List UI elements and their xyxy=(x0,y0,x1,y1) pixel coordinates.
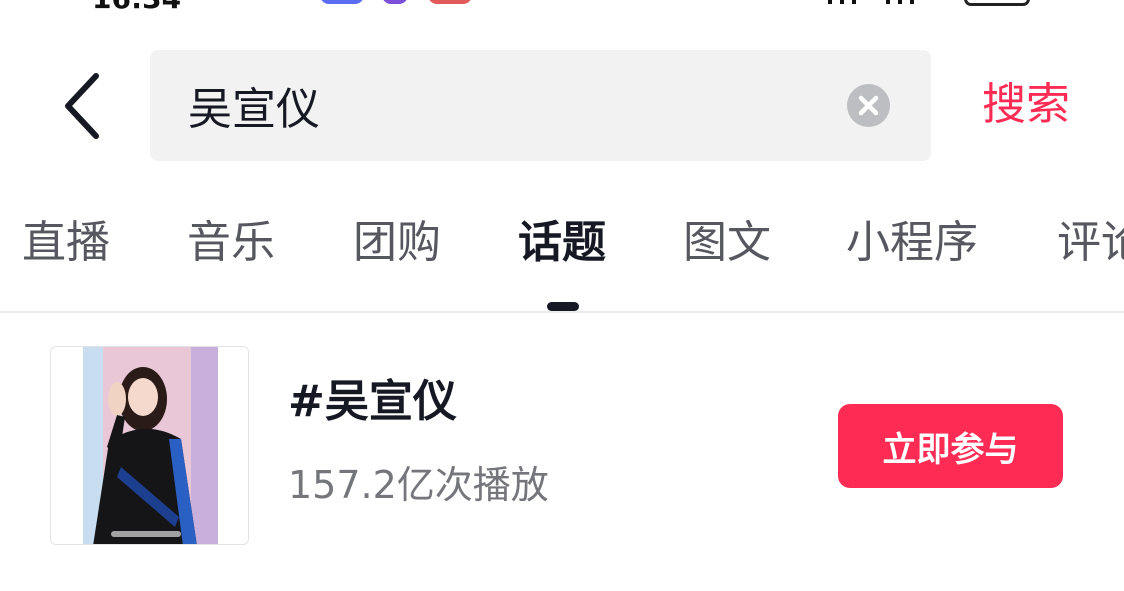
result-tabs: 直播 音乐 团购 话题 图文 小程序 评论 xyxy=(0,210,1124,280)
tab-live[interactable]: 直播 xyxy=(22,210,110,276)
search-results-page: 16:34 搜索 直播 音乐 团购 话题 图文 小程序 xyxy=(0,0,1124,591)
notification-icon xyxy=(320,0,364,4)
signal-icon xyxy=(828,0,832,4)
signal-icon xyxy=(910,0,914,4)
status-bar: 16:34 xyxy=(0,0,1124,15)
signal-icon xyxy=(886,0,890,4)
signal-icon xyxy=(840,0,844,4)
topic-title[interactable]: #吴宣仪 xyxy=(288,372,457,432)
search-input[interactable] xyxy=(188,72,838,138)
tab-music[interactable]: 音乐 xyxy=(187,210,275,276)
tab-image-text[interactable]: 图文 xyxy=(683,210,771,276)
status-clock: 16:34 xyxy=(92,0,181,15)
tab-topics[interactable]: 话题 xyxy=(518,210,606,276)
notification-icon xyxy=(382,0,408,4)
topic-thumbnail-image xyxy=(51,347,248,544)
signal-icon xyxy=(852,0,856,4)
battery-icon xyxy=(964,0,1030,6)
notification-icon xyxy=(428,0,472,4)
tab-group-buy[interactable]: 团购 xyxy=(353,210,441,276)
search-button[interactable]: 搜索 xyxy=(982,76,1070,134)
join-topic-button[interactable]: 立即参与 xyxy=(838,404,1063,488)
tab-comments[interactable]: 评论 xyxy=(1057,210,1124,276)
clear-search-button[interactable] xyxy=(847,84,890,127)
active-tab-indicator xyxy=(547,302,579,311)
back-button[interactable] xyxy=(50,66,114,146)
chevron-left-icon xyxy=(65,73,99,139)
topic-result-row[interactable]: #吴宣仪 157.2亿次播放 立即参与 xyxy=(0,330,1124,560)
divider xyxy=(0,311,1124,313)
signal-icon xyxy=(898,0,902,4)
topic-play-count: 157.2亿次播放 xyxy=(288,463,549,507)
tab-mini-programs[interactable]: 小程序 xyxy=(846,210,978,276)
clear-icon xyxy=(858,95,879,116)
topic-thumbnail[interactable] xyxy=(50,346,249,545)
search-bar xyxy=(150,50,931,161)
